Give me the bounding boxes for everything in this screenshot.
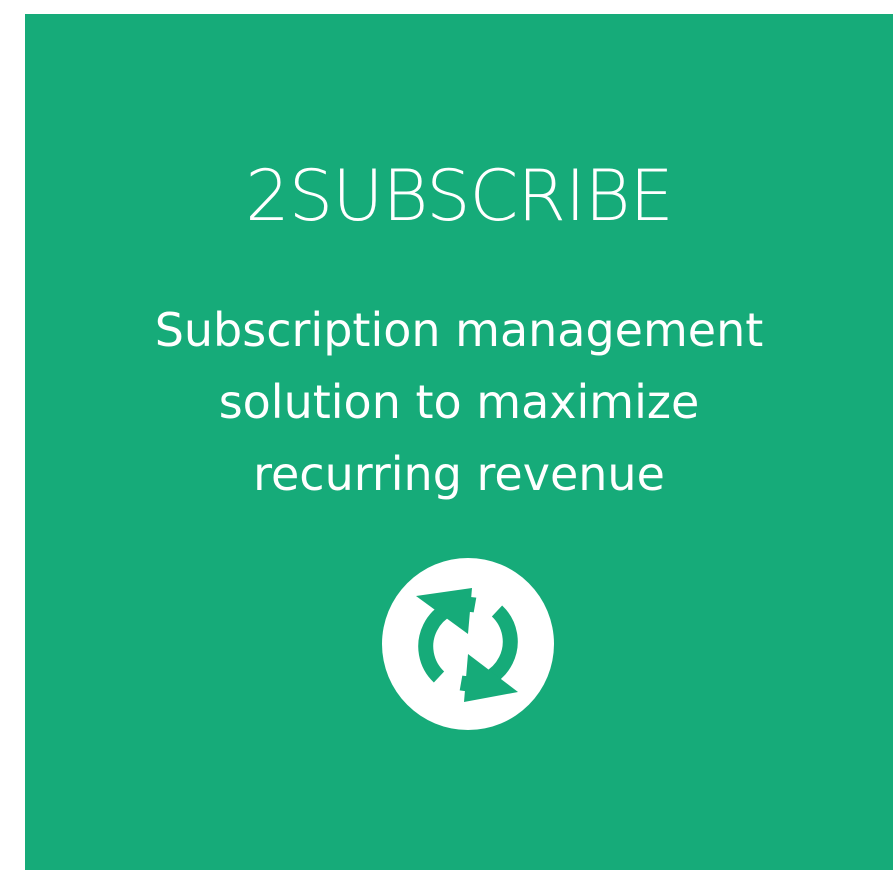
tagline-line-3: recurring revenue [253,447,665,501]
product-tagline: Subscription management solution to maxi… [25,294,893,510]
promo-card: 2SUBSCRIBE Subscription management solut… [25,14,893,870]
tagline-line-2: solution to maximize [218,375,700,429]
tagline-line-1: Subscription management [154,303,764,357]
product-title: 2SUBSCRIBE [245,155,673,237]
refresh-cycle-icon [382,558,554,730]
